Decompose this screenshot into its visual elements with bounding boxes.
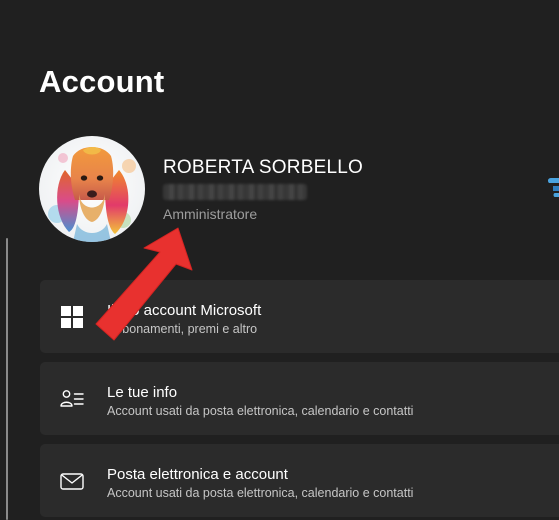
card-subtitle: Account usati da posta elettronica, cale…	[107, 404, 414, 418]
card-email-accounts[interactable]: Posta elettronica e account Account usat…	[40, 444, 559, 517]
avatar-image	[39, 136, 145, 242]
person-info-icon	[60, 389, 84, 407]
card-title: Il tuo account Microsoft	[107, 302, 262, 319]
card-your-info[interactable]: Le tue info Account usati da posta elett…	[40, 362, 559, 435]
user-name: ROBERTA SORBELLO	[163, 157, 363, 178]
windows-logo-icon	[61, 305, 83, 328]
page-title: Account	[39, 64, 165, 99]
card-subtitle: Abbonamenti, premi e altro	[107, 322, 258, 336]
settings-account-page: Account ROBERTA SORBELLO Amministratore …	[0, 0, 559, 520]
card-subtitle: Account usati da posta elettronica, cale…	[107, 486, 414, 500]
card-title: Le tue info	[107, 384, 178, 401]
card-title: Posta elettronica e account	[107, 466, 288, 483]
user-role: Amministratore	[163, 206, 258, 222]
user-email-redacted	[163, 184, 307, 200]
mail-icon	[60, 472, 84, 490]
avatar[interactable]	[39, 136, 145, 242]
scrollbar[interactable]	[6, 238, 8, 520]
card-microsoft-account[interactable]: Il tuo account Microsoft Abbonamenti, pr…	[40, 280, 559, 353]
edit-icon[interactable]	[545, 175, 559, 201]
